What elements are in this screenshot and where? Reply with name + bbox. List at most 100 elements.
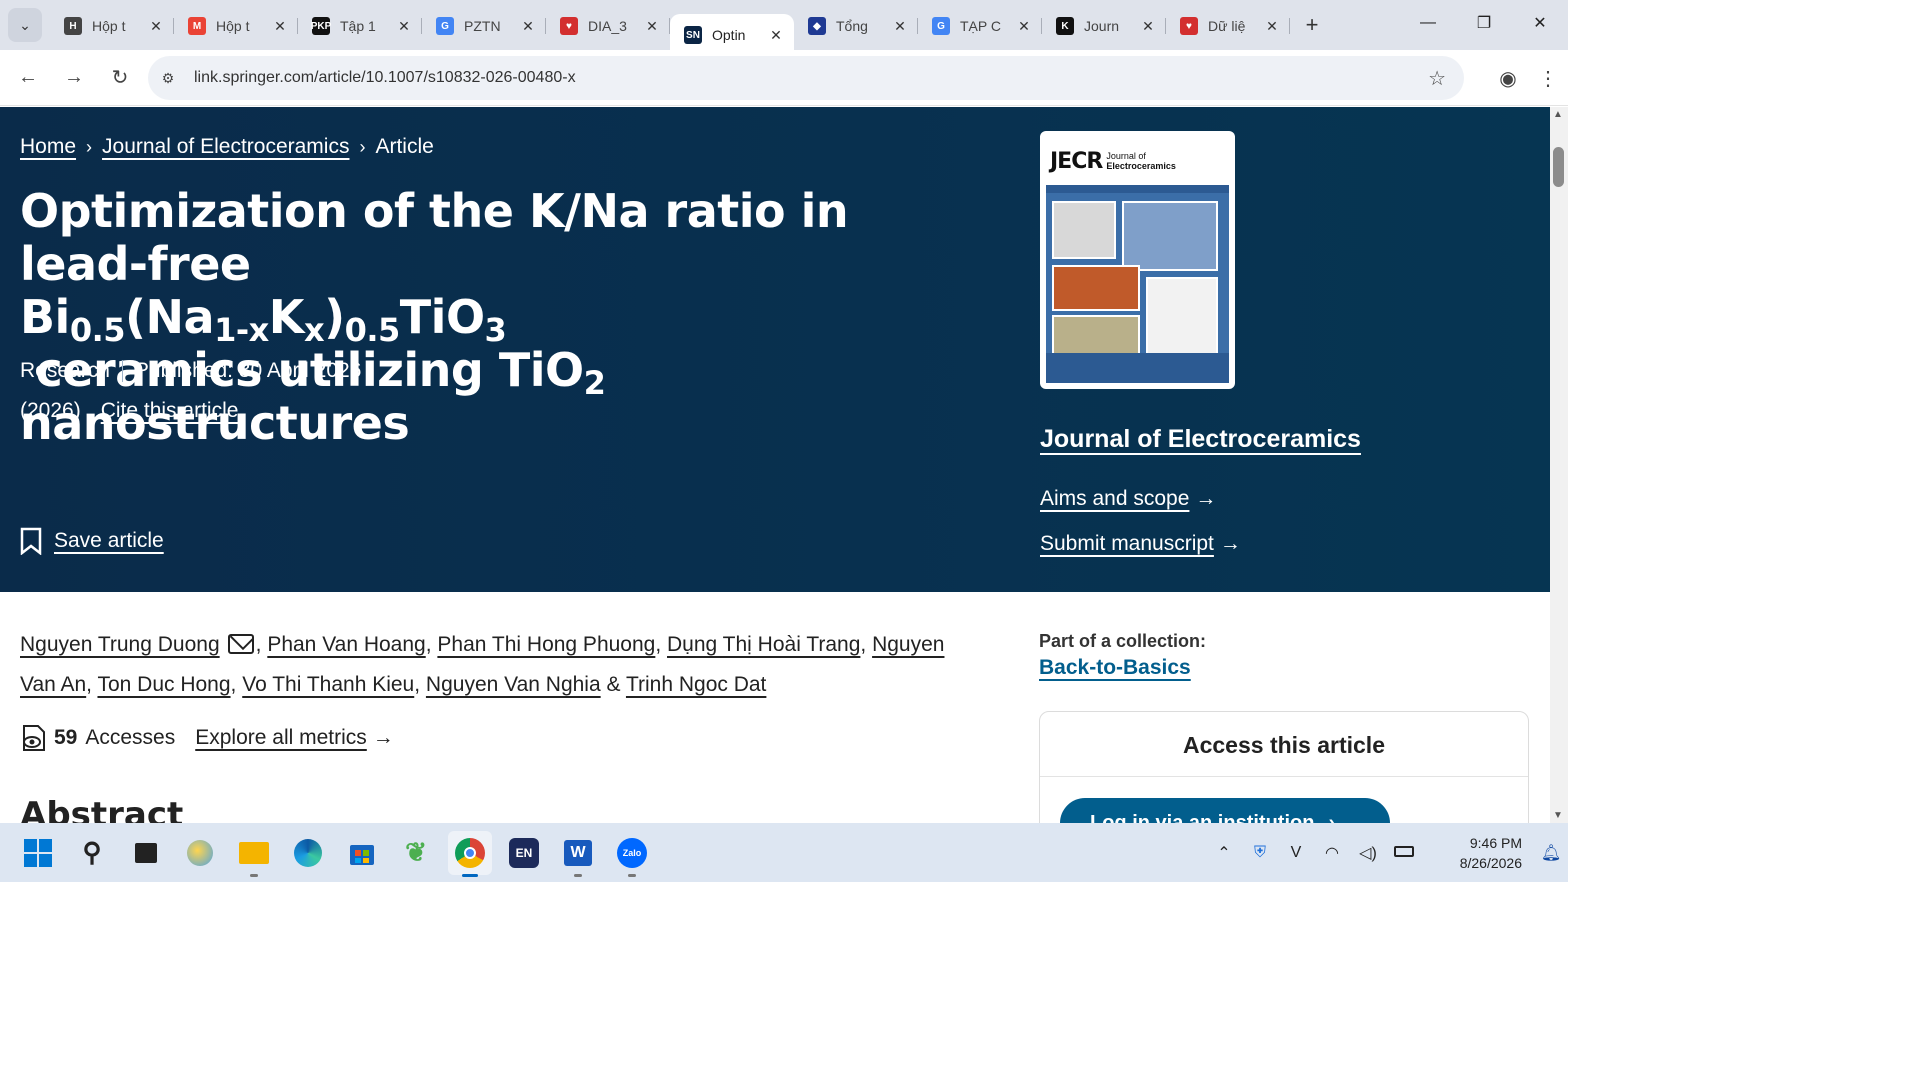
url-text[interactable]: link.springer.com/article/10.1007/s10832… bbox=[194, 69, 576, 87]
journal-link[interactable]: Journal of Electroceramics bbox=[1040, 425, 1361, 454]
volume-button[interactable]: ◁) bbox=[1350, 843, 1386, 863]
back-button[interactable]: ← bbox=[8, 58, 48, 98]
scroll-up-icon[interactable]: ▲ bbox=[1553, 109, 1563, 120]
page-scrollbar[interactable]: ▲ ▼ bbox=[1550, 107, 1568, 823]
site-info-icon[interactable]: ⚙ bbox=[148, 70, 188, 87]
notifications-button[interactable]: 🔔︎ bbox=[1534, 843, 1568, 863]
tab-search-button[interactable]: ⌄ bbox=[8, 8, 42, 42]
tab-close-icon[interactable]: ✕ bbox=[1264, 18, 1280, 35]
title-subscript: 2 bbox=[583, 364, 606, 402]
tab-favicon-icon: ♥ bbox=[1180, 17, 1198, 35]
browser-tab[interactable]: M Hộp t ✕ bbox=[174, 8, 298, 44]
widgets-button[interactable] bbox=[178, 831, 222, 875]
bell-icon: 🔔︎ bbox=[1540, 844, 1562, 862]
security-tray-button[interactable]: ⛨ bbox=[1242, 844, 1278, 862]
author-link[interactable]: Ton Duc Hong bbox=[97, 673, 230, 696]
author-link[interactable]: Phan Van Hoang bbox=[267, 633, 425, 656]
collection-link[interactable]: Back-to-Basics bbox=[1039, 656, 1206, 680]
cover-band bbox=[1046, 185, 1229, 193]
vpn-tray-button[interactable]: V bbox=[1278, 844, 1314, 862]
running-indicator bbox=[250, 873, 258, 877]
bookmark-star-icon[interactable]: ☆ bbox=[1428, 66, 1446, 91]
tab-favicon-icon: M bbox=[188, 17, 206, 35]
edge-button[interactable] bbox=[286, 831, 330, 875]
reload-button[interactable]: ↻ bbox=[100, 58, 140, 98]
aims-scope-link[interactable]: Aims and scope bbox=[1040, 487, 1189, 510]
address-bar[interactable]: ⚙ link.springer.com/article/10.1007/s108… bbox=[148, 56, 1464, 100]
tray-overflow-button[interactable]: ⌃ bbox=[1206, 843, 1242, 863]
file-explorer-button[interactable] bbox=[232, 831, 276, 877]
new-tab-button[interactable]: + bbox=[1296, 9, 1328, 41]
browser-tab[interactable]: ♥ DIA_3 ✕ bbox=[546, 8, 670, 44]
tab-close-icon[interactable]: ✕ bbox=[644, 18, 660, 35]
author-list: Nguyen Trung Duong, Phan Van Hoang, Phan… bbox=[20, 633, 945, 696]
browser-tab[interactable]: K Journ ✕ bbox=[1042, 8, 1166, 44]
browser-tab[interactable]: ♥ Dữ liệ ✕ bbox=[1166, 8, 1290, 44]
author-link[interactable]: Trinh Ngoc Dat bbox=[626, 673, 766, 696]
search-button[interactable]: ⚲ bbox=[70, 831, 114, 875]
tab-close-icon[interactable]: ✕ bbox=[768, 27, 784, 44]
task-view-button[interactable] bbox=[124, 831, 168, 875]
tab-close-icon[interactable]: ✕ bbox=[892, 18, 908, 35]
tab-favicon-icon: H bbox=[64, 17, 82, 35]
start-button[interactable] bbox=[16, 831, 60, 875]
author-link[interactable]: Nguyen Trung Duong bbox=[20, 633, 220, 656]
author-link[interactable]: Dụng Thị Hoài Trang bbox=[667, 633, 860, 656]
profile-button[interactable]: ◉ bbox=[1488, 58, 1528, 98]
save-article[interactable]: Save article bbox=[20, 527, 164, 555]
author-link[interactable]: Phan Thi Hong Phuong bbox=[437, 633, 655, 656]
explore-metrics-link[interactable]: Explore all metrics bbox=[195, 726, 367, 750]
browser-tab[interactable]: G PZTN ✕ bbox=[422, 8, 546, 44]
battery-button[interactable] bbox=[1386, 844, 1422, 862]
browser-tab[interactable]: H Hộp t ✕ bbox=[50, 8, 174, 44]
tab-close-icon[interactable]: ✕ bbox=[148, 18, 164, 35]
author-link[interactable]: Nguyen Van Nghia bbox=[426, 673, 601, 696]
institution-login-button[interactable]: Log in via an institution › bbox=[1060, 798, 1390, 823]
cover-subtitle: Journal of Electroceramics bbox=[1106, 151, 1176, 171]
menu-button[interactable]: ⋮ bbox=[1528, 58, 1568, 98]
journal-cover[interactable]: JECR Journal of Electroceramics bbox=[1040, 131, 1235, 389]
zalo-button[interactable]: Zalo bbox=[610, 831, 654, 877]
author-link[interactable]: Vo Thi Thanh Kieu bbox=[242, 673, 414, 696]
running-indicator bbox=[462, 873, 478, 877]
tab-label: Journ bbox=[1084, 18, 1120, 34]
chrome-button[interactable] bbox=[448, 830, 492, 877]
language-app-button[interactable]: EN bbox=[502, 831, 546, 875]
tab-close-icon[interactable]: ✕ bbox=[272, 18, 288, 35]
collection-label: Part of a collection: bbox=[1039, 631, 1207, 651]
forward-button[interactable]: → bbox=[54, 58, 94, 98]
browser-tab[interactable]: ◆ Tổng ✕ bbox=[794, 8, 918, 44]
tab-close-icon[interactable]: ✕ bbox=[1140, 18, 1156, 35]
browser-tab[interactable]: G TẠP C ✕ bbox=[918, 8, 1042, 44]
battery-icon bbox=[1394, 845, 1414, 857]
page-viewport: Home › Journal of Electroceramics › Arti… bbox=[0, 107, 1550, 823]
title-part: ) bbox=[324, 290, 345, 344]
cover-figure bbox=[1052, 201, 1116, 259]
breadcrumb-journal[interactable]: Journal of Electroceramics bbox=[102, 135, 349, 159]
word-button[interactable]: W bbox=[556, 831, 600, 877]
close-window-button[interactable]: ✕ bbox=[1512, 0, 1568, 46]
app-green-button[interactable]: ❦ bbox=[394, 831, 438, 875]
clock[interactable]: 9:46 PM 8/26/2026 bbox=[1422, 833, 1522, 873]
submit-manuscript-item[interactable]: Submit manuscript → bbox=[1040, 532, 1241, 556]
scroll-thumb[interactable] bbox=[1553, 147, 1564, 187]
tab-close-icon[interactable]: ✕ bbox=[520, 18, 536, 35]
scroll-down-icon[interactable]: ▼ bbox=[1553, 810, 1563, 821]
cite-link[interactable]: Cite this article bbox=[101, 399, 239, 423]
browser-tab[interactable]: PKP Tập 1 ✕ bbox=[298, 8, 422, 44]
aims-scope-item[interactable]: Aims and scope → bbox=[1040, 487, 1216, 511]
email-icon[interactable] bbox=[227, 634, 254, 654]
restore-button[interactable]: ❐ bbox=[1456, 0, 1512, 46]
store-icon bbox=[350, 844, 374, 865]
wifi-button[interactable]: ◠ bbox=[1314, 843, 1350, 863]
save-article-link[interactable]: Save article bbox=[54, 529, 164, 553]
breadcrumb-home[interactable]: Home bbox=[20, 135, 76, 159]
tab-close-icon[interactable]: ✕ bbox=[1016, 18, 1032, 35]
word-icon: W bbox=[564, 839, 592, 866]
minimize-button[interactable]: — bbox=[1400, 0, 1456, 46]
tab-label: Dữ liệ bbox=[1208, 18, 1246, 34]
article-meta: Research Published: 30 April 2026 bbox=[20, 359, 361, 383]
store-button[interactable] bbox=[340, 831, 384, 875]
tab-close-icon[interactable]: ✕ bbox=[396, 18, 412, 35]
submit-manuscript-link[interactable]: Submit manuscript bbox=[1040, 532, 1214, 555]
